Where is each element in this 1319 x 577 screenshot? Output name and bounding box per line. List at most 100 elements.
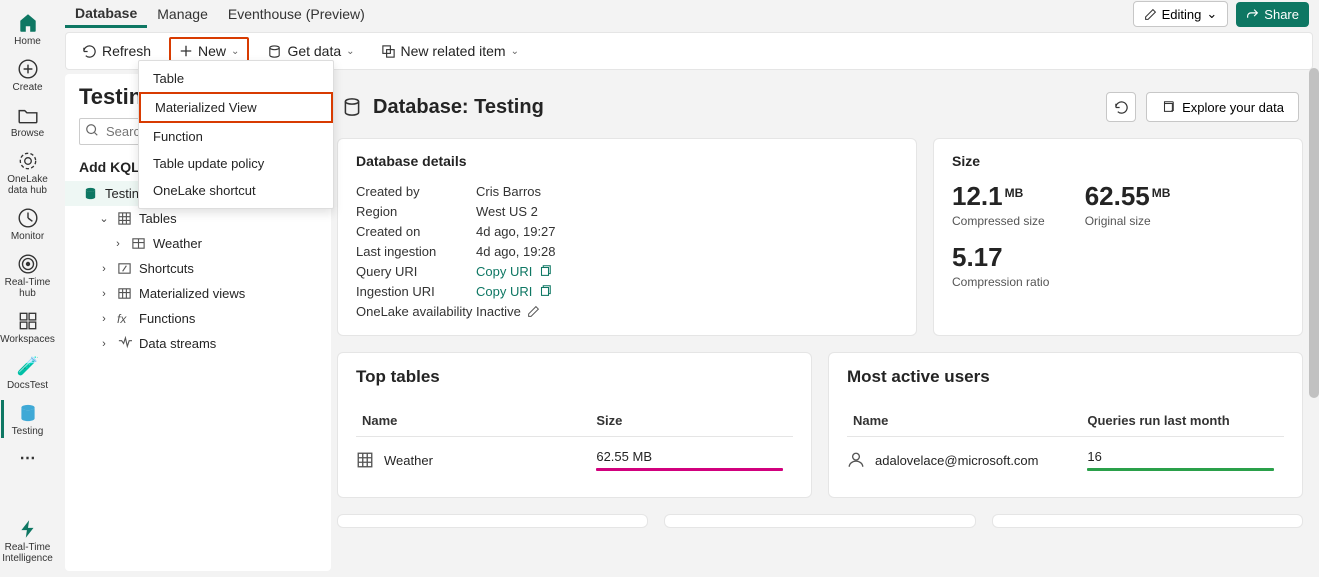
nav-create[interactable]: Create [0,52,55,98]
plus-icon [179,44,193,58]
table-row[interactable]: adalovelace@microsoft.com 16 [847,437,1284,483]
nav-realtime[interactable]: Real-Time hub [0,247,55,304]
nav-realtime-label: Real-Time hub [0,277,55,299]
function-icon: fx [117,312,133,326]
tree-matviews[interactable]: › Materialized views [65,281,331,306]
pencil-icon[interactable] [527,305,540,318]
tree-functions[interactable]: › fx Functions [65,306,331,331]
chevron-right-icon: › [97,288,111,300]
nav-browse[interactable]: Browse [0,98,55,144]
copy-icon [538,284,552,298]
nav-testing-label: Testing [12,426,44,437]
region-value: West US 2 [476,204,538,219]
nav-workspaces-label: Workspaces [0,334,55,345]
size-bar [596,468,783,471]
search-icon [85,123,99,137]
bolt-icon [17,518,39,540]
card-placeholder [992,514,1303,528]
copy-ingestion-uri[interactable]: Copy URI [476,284,552,299]
tab-database[interactable]: Database [65,1,147,28]
activeusers-heading: Most active users [847,367,1284,387]
card-placeholder [664,514,975,528]
newrelated-button[interactable]: New related item ⌄ [373,39,527,63]
size-heading: Size [952,153,1284,169]
menu-function[interactable]: Function [139,123,333,150]
nav-bottom-label: Real-Time Intelligence [0,542,55,564]
pencil-icon [1144,8,1157,21]
copy-query-uri[interactable]: Copy URI [476,264,552,279]
chevron-right-icon: › [97,263,111,275]
menu-tup[interactable]: Table update policy [139,150,333,177]
database-icon [341,96,363,118]
chevron-right-icon: › [111,238,125,250]
tab-manage[interactable]: Manage [147,2,218,26]
scrollbar-thumb[interactable] [1309,68,1319,398]
toptables-heading: Top tables [356,367,793,387]
nav-docstest-label: DocsTest [7,380,48,391]
share-icon [1246,8,1259,21]
nav-bottom-rti[interactable]: Real-Time Intelligence [0,512,55,569]
nav-docstest[interactable]: 🧪 DocsTest [0,350,55,396]
onelake-icon [17,150,39,172]
database-icon [17,402,39,424]
tree-tables[interactable]: ⌄ Tables [65,206,331,231]
nav-onelake[interactable]: OneLake data hub [0,144,55,201]
card-database-details: Database details Created byCris Barros R… [337,138,917,336]
nav-workspaces[interactable]: Workspaces [0,304,55,350]
original-size-value: 62.55 [1085,181,1150,212]
page-title: Database: Testing [373,96,544,119]
nav-monitor-label: Monitor [11,231,44,242]
chevron-down-icon: ⌄ [346,46,354,57]
nav-create-label: Create [12,82,42,93]
table-row[interactable]: Weather 62.55 MB [356,437,793,483]
chevron-down-icon: ⌄ [231,46,239,57]
card-placeholder [337,514,648,528]
link-icon [381,44,396,59]
folder-icon [17,104,39,126]
refresh-detail-button[interactable] [1106,92,1136,122]
chevron-right-icon: › [97,338,111,350]
tree-weather[interactable]: › Weather [65,231,331,256]
copy-icon [1161,100,1175,114]
getdata-icon [267,44,282,59]
compression-ratio-value: 5.17 [952,242,1003,273]
menu-matview[interactable]: Materialized View [139,92,333,123]
nav-home-label: Home [14,36,41,47]
monitor-icon [17,207,39,229]
dbdetails-heading: Database details [356,153,898,169]
nav-more[interactable]: ⋯ [0,442,55,473]
card-size: Size 12.1MB Compressed size 62.55MB Orig… [933,138,1303,336]
chevron-down-icon: ⌄ [511,46,519,57]
table-icon [356,451,374,469]
database-icon [83,186,99,201]
tree-datastreams[interactable]: › Data streams [65,331,331,356]
share-button[interactable]: Share [1236,2,1309,27]
home-icon [17,12,39,34]
plus-circle-icon [17,58,39,80]
editing-button[interactable]: Editing ⌄ [1133,1,1229,27]
datastreams-icon [117,336,133,351]
user-icon [847,451,865,469]
docstest-icon: 🧪 [17,356,39,378]
shortcuts-icon [117,261,133,276]
queries-bar [1087,468,1274,471]
menu-table[interactable]: Table [139,65,333,92]
nav-testing[interactable]: Testing [0,396,55,442]
chevron-down-icon: ⌄ [1206,6,1217,22]
chevron-right-icon: › [97,313,111,325]
copy-icon [538,264,552,278]
table-icon [131,236,147,251]
matviews-icon [117,286,133,301]
scrollbar[interactable] [1306,68,1319,571]
explore-data-button[interactable]: Explore your data [1146,92,1299,122]
tab-eventhouse[interactable]: Eventhouse (Preview) [218,2,375,26]
tree-shortcuts[interactable]: › Shortcuts [65,256,331,281]
realtime-icon [17,253,39,275]
menu-onelake[interactable]: OneLake shortcut [139,177,333,204]
nav-home[interactable]: Home [0,6,55,52]
onelake-avail-value: Inactive [476,304,521,319]
lastingestion-value: 4d ago, 19:28 [476,244,556,259]
chevron-down-icon: ⌄ [97,212,111,225]
tables-icon [117,211,133,226]
nav-monitor[interactable]: Monitor [0,201,55,247]
